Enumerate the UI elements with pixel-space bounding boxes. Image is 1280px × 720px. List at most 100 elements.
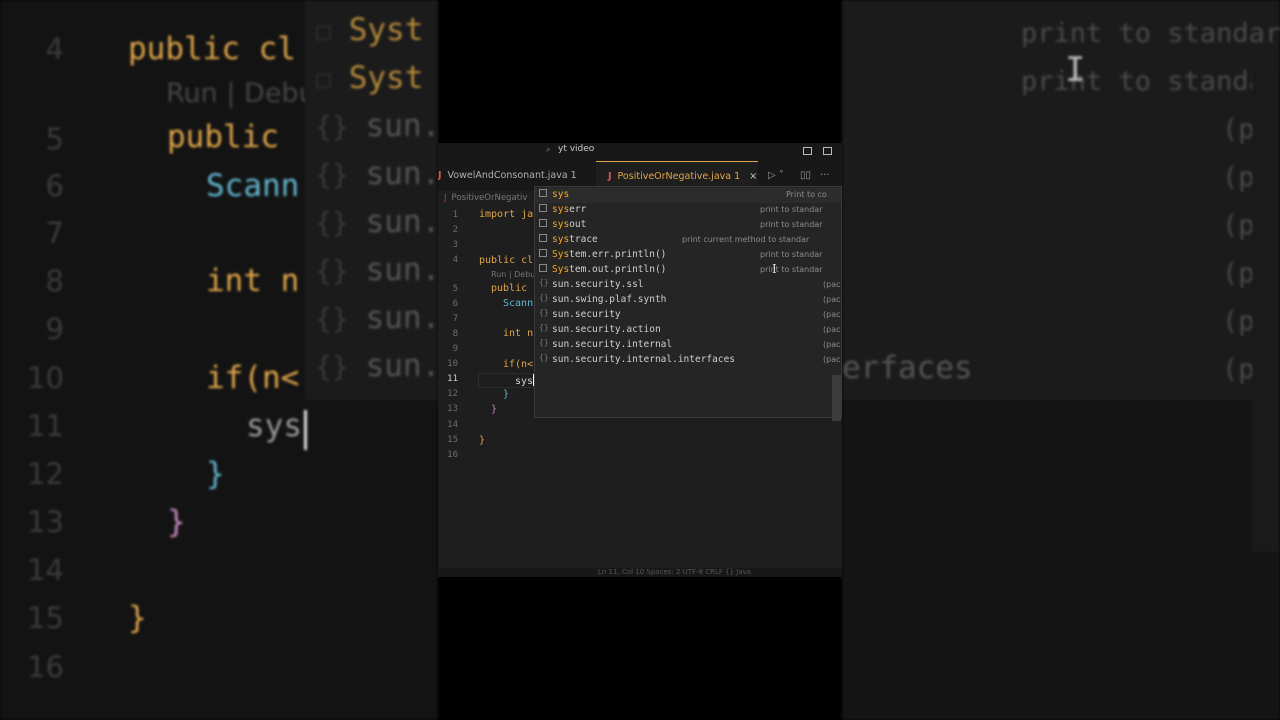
- codelens-run-debug[interactable]: Run | Debu: [491, 270, 535, 279]
- status-bar: Ln 11, Col 10 Spaces: 2 UTF-8 CRLF {} Ja…: [438, 568, 842, 577]
- backdrop-scrollbar: [1252, 70, 1280, 552]
- java-file-icon: J: [438, 170, 442, 181]
- code-line[interactable]: import ja: [479, 209, 533, 220]
- suggest-widget: sys Print to co syserr print to standar …: [534, 186, 842, 418]
- backdrop-code-line: int n: [206, 263, 300, 299]
- suggestion-item[interactable]: {} sun.security.ssl (pac: [535, 278, 841, 293]
- backdrop-suggest-row: {} sun.: [315, 108, 438, 144]
- backdrop-code-line: }: [167, 504, 186, 540]
- backdrop-code-line: }: [128, 600, 147, 636]
- backdrop-suggest-detail: [842, 0, 1280, 400]
- search-icon[interactable]: ⌕: [546, 145, 550, 155]
- backdrop-hint: print to standar: [1021, 66, 1280, 97]
- code-line[interactable]: }: [479, 435, 485, 446]
- line-number: 15: [447, 435, 458, 445]
- toggle-sidebar-icon[interactable]: [823, 147, 832, 155]
- backdrop-suggest-row: ☐ Syst: [315, 60, 424, 96]
- suggestion-item[interactable]: {} sun.swing.plaf.synth (pac: [535, 293, 841, 308]
- suggestion-item[interactable]: {} sun.security (pac: [535, 308, 841, 323]
- backdrop-line-number: 10: [27, 361, 64, 395]
- line-number: 11: [447, 374, 458, 384]
- status-text[interactable]: Ln 11, Col 10 Spaces: 2 UTF-8 CRLF {} Ja…: [598, 568, 751, 576]
- snippet-icon: [539, 204, 547, 212]
- code-line[interactable]: }: [503, 389, 509, 400]
- package-icon: {}: [539, 323, 549, 332]
- snippet-icon: [539, 219, 547, 227]
- backdrop-code-line: if(n<: [206, 360, 300, 396]
- backdrop-suggest-row: {} sun.: [315, 204, 438, 240]
- backdrop-line-number: 6: [45, 169, 64, 203]
- line-number: 6: [452, 299, 458, 309]
- backdrop-code-line: sys: [246, 408, 302, 444]
- breadcrumb[interactable]: J PositiveOrNegativ: [444, 193, 527, 203]
- backdrop-suggest-row: {} sun.: [315, 348, 438, 384]
- backdrop-codelens: Run | Debu: [166, 78, 316, 109]
- title-bar: ⌕ yt video: [438, 143, 842, 161]
- suggestion-item[interactable]: systrace print current method to standar: [535, 233, 841, 248]
- toggle-panel-icon[interactable]: [803, 147, 812, 155]
- backdrop-hint: print to standar: [1021, 18, 1280, 49]
- backdrop-line-number: 13: [27, 505, 64, 539]
- backdrop-line-number: 8: [45, 264, 64, 298]
- window-title[interactable]: yt video: [558, 144, 594, 154]
- backdrop-line-number: 15: [27, 601, 64, 635]
- backdrop-code-line: public: [167, 119, 279, 155]
- backdrop-line-number: 11: [27, 409, 64, 443]
- code-line[interactable]: }: [491, 404, 497, 415]
- snippet-icon: [539, 234, 547, 242]
- split-editor-icon[interactable]: ▯▯: [800, 170, 811, 181]
- line-number: 12: [447, 389, 458, 399]
- backdrop-code-line: public cl: [128, 31, 296, 67]
- suggestion-item[interactable]: System.err.println() print to standar: [535, 248, 841, 263]
- tab-label: VowelAndConsonant.java 1: [447, 170, 577, 181]
- line-number: 10: [447, 359, 458, 369]
- suggestion-item[interactable]: sys Print to co: [535, 188, 841, 203]
- close-tab-icon[interactable]: ×: [749, 171, 757, 182]
- suggestion-item[interactable]: syserr print to standar: [535, 203, 841, 218]
- run-icon[interactable]: ▷ ˅: [768, 170, 784, 181]
- code-line[interactable]: Scann: [503, 298, 533, 309]
- line-number: 5: [452, 284, 458, 294]
- package-icon: {}: [539, 353, 549, 362]
- suggestion-item[interactable]: {} sun.security.internal (pac: [535, 338, 841, 353]
- backdrop-line-number: 5: [45, 122, 64, 156]
- code-line[interactable]: int n: [503, 328, 533, 339]
- backdrop-suggest-row: {} sun.: [315, 300, 438, 336]
- code-line[interactable]: public: [491, 283, 527, 294]
- package-icon: {}: [539, 278, 549, 287]
- backdrop-code-line: }: [206, 456, 225, 492]
- suggestion-item[interactable]: {} sun.security.internal.interfaces (pac: [535, 353, 841, 368]
- line-number: 3: [452, 240, 458, 250]
- backdrop-gutter: 4 5 6 7 8 9 10 11 12 13 14 15 16: [0, 0, 100, 720]
- backdrop-line-number: 9: [45, 312, 64, 346]
- snippet-icon: [539, 264, 547, 272]
- more-actions-icon[interactable]: ···: [820, 170, 830, 181]
- line-number: 14: [447, 420, 458, 430]
- package-icon: {}: [539, 293, 549, 302]
- backdrop-suggest-row: {} sun.: [315, 156, 438, 192]
- backdrop-partial-text: erfaces: [842, 350, 973, 386]
- backdrop-suggest-row: ☐ Syst: [315, 12, 424, 48]
- java-file-icon: J: [608, 171, 612, 182]
- suggestion-item[interactable]: System.out.println() print to standar: [535, 263, 841, 278]
- backdrop-suggest-row: {} sun.: [315, 252, 438, 288]
- package-icon: {}: [539, 338, 549, 347]
- line-number: 9: [452, 344, 458, 354]
- suggestion-item[interactable]: sysout print to standar: [535, 218, 841, 233]
- editor-scrollbar[interactable]: [832, 375, 841, 421]
- snippet-icon: [539, 189, 547, 197]
- code-line-current[interactable]: sys: [515, 374, 535, 387]
- snippet-icon: [539, 249, 547, 257]
- backdrop-right: print to standar print to standar (pac (…: [842, 0, 1280, 720]
- code-line[interactable]: if(n<: [503, 359, 533, 370]
- java-file-icon: J: [444, 193, 447, 203]
- tab-label: PositiveOrNegative.java 1: [617, 171, 741, 182]
- mouse-ibeam-icon: I: [772, 262, 777, 276]
- code-line[interactable]: public cl: [479, 255, 533, 266]
- line-number: 8: [452, 329, 458, 339]
- suggestion-item[interactable]: {} sun.security.action (pac: [535, 323, 841, 338]
- backdrop-ibeam-icon: I: [1065, 50, 1086, 90]
- line-number: 7: [452, 314, 458, 324]
- backdrop-line-number: 4: [45, 32, 64, 66]
- line-number: 2: [452, 225, 458, 235]
